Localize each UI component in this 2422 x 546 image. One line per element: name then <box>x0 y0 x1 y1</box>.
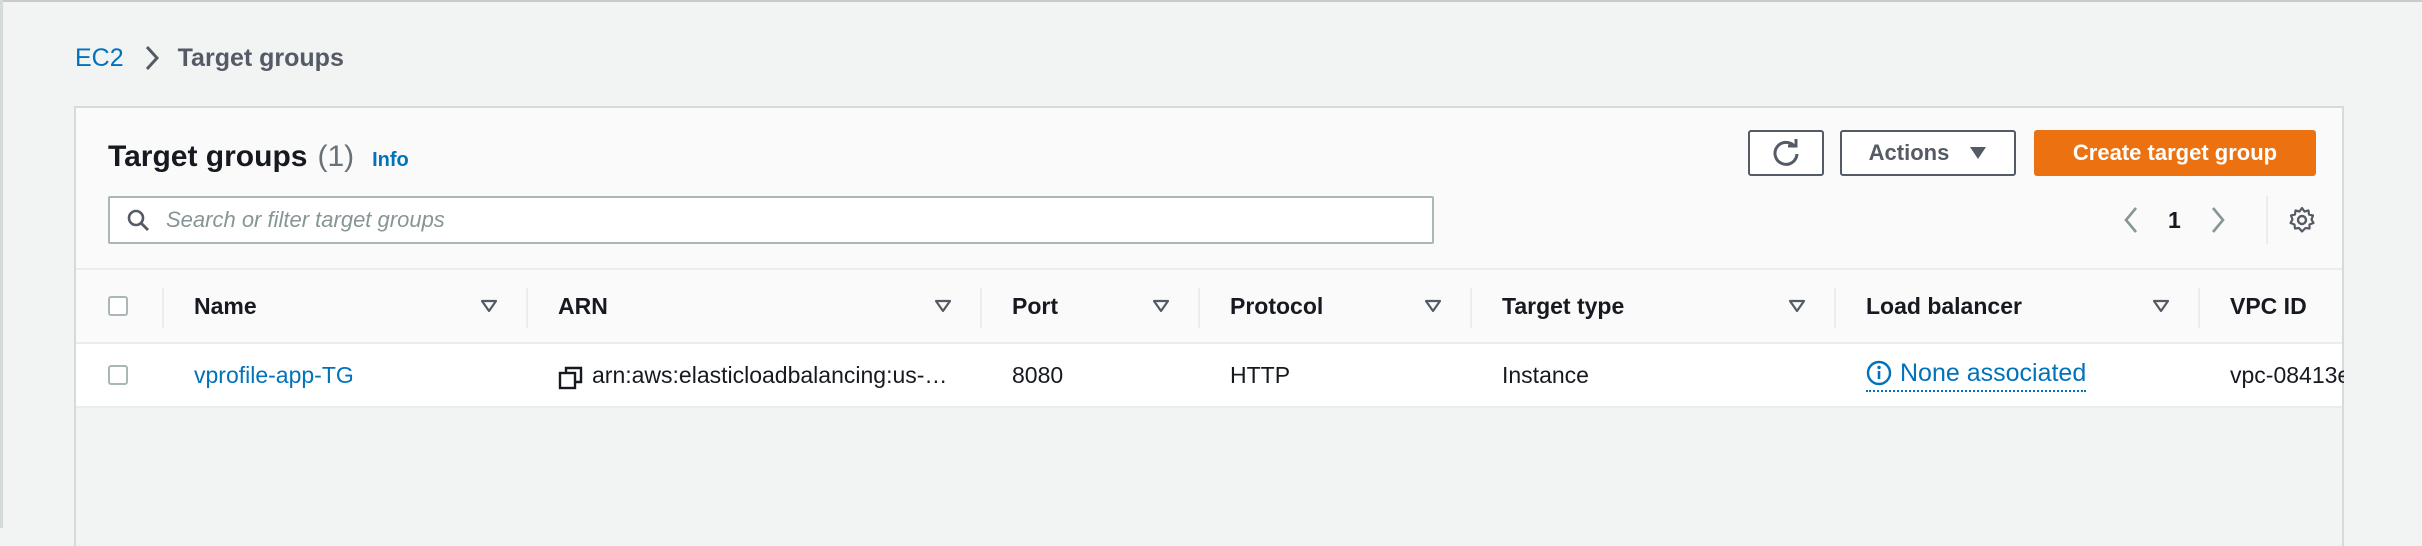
breadcrumb: EC2 Target groups <box>75 40 344 76</box>
column-header-name[interactable]: Name <box>194 270 257 342</box>
copy-icon[interactable] <box>558 365 584 391</box>
column-header-protocol[interactable]: Protocol <box>1230 270 1323 342</box>
target-type-value: Instance <box>1502 361 1589 388</box>
column-divider <box>980 288 982 328</box>
search-icon <box>126 208 150 232</box>
row-select-cell <box>108 344 128 406</box>
column-divider <box>526 288 528 328</box>
column-header-load-balancer[interactable]: Load balancer <box>1866 270 2022 342</box>
chevron-right-icon <box>144 45 160 71</box>
load-balancer-value: None associated <box>1900 358 2087 387</box>
actions-dropdown-button[interactable]: Actions <box>1840 130 2016 176</box>
toolbar-divider <box>2266 196 2268 244</box>
target-group-name-link[interactable]: vprofile-app-TG <box>194 344 354 406</box>
column-header-target-type[interactable]: Target type <box>1502 270 1624 342</box>
select-all-cell <box>108 270 128 342</box>
item-count: (1) <box>317 140 355 173</box>
column-divider <box>162 288 164 328</box>
sort-icon[interactable] <box>1788 270 1806 342</box>
column-divider <box>1198 288 1200 328</box>
sort-icon[interactable] <box>2152 270 2170 342</box>
target-groups-panel: Target groups (1) Info Actions Create ta… <box>74 106 2344 546</box>
column-divider <box>1470 288 1472 328</box>
page-title: Target groups <box>108 140 308 173</box>
window-top-border <box>0 0 2422 2</box>
protocol-value: HTTP <box>1230 361 1291 388</box>
gear-icon <box>2288 206 2316 234</box>
info-link[interactable]: Info <box>372 149 409 172</box>
sort-icon[interactable] <box>1152 270 1170 342</box>
info-icon <box>1866 360 1892 386</box>
sort-icon[interactable] <box>1424 270 1442 342</box>
arn-value: arn:aws:elasticloadbalancing:us-… <box>592 361 948 388</box>
table-preferences-button[interactable] <box>2284 202 2320 238</box>
table-header: Name ARN Port Protocol Target type Load … <box>76 268 2342 344</box>
arn-cell: arn:aws:elasticloadbalancing:us-… <box>558 344 978 406</box>
column-divider <box>1834 288 1836 328</box>
search-field[interactable] <box>108 196 1434 244</box>
refresh-icon <box>1771 138 1801 168</box>
vpc-id-value: vpc-08413e <box>2230 361 2344 388</box>
sort-icon[interactable] <box>934 270 952 342</box>
load-balancer-cell: None associated <box>1866 344 2087 406</box>
create-target-group-button[interactable]: Create target group <box>2034 130 2316 176</box>
panel-header: Target groups (1) Info Actions Create ta… <box>76 108 2342 268</box>
create-target-group-label: Create target group <box>2072 140 2278 165</box>
column-header-port[interactable]: Port <box>1012 270 1058 342</box>
current-page-number[interactable]: 1 <box>2168 207 2181 234</box>
column-header-vpc-id[interactable]: VPC ID <box>2230 270 2307 342</box>
refresh-button[interactable] <box>1748 130 1824 176</box>
column-header-arn[interactable]: ARN <box>558 270 608 342</box>
previous-page-button[interactable] <box>2116 202 2146 238</box>
actions-label: Actions <box>1868 140 1950 165</box>
column-divider <box>2198 288 2200 328</box>
sort-icon[interactable] <box>480 270 498 342</box>
pagination: 1 <box>2116 202 2233 238</box>
breadcrumb-current: Target groups <box>177 43 344 72</box>
next-page-button[interactable] <box>2203 202 2233 238</box>
search-input[interactable] <box>164 206 1368 234</box>
select-all-checkbox[interactable] <box>108 296 128 316</box>
caret-down-icon <box>1969 146 1987 160</box>
table-row[interactable]: vprofile-app-TG arn:aws:elasticloadbalan… <box>76 344 2344 408</box>
port-value: 8080 <box>1012 361 1064 388</box>
load-balancer-status-link[interactable]: None associated <box>1866 358 2087 392</box>
row-checkbox[interactable] <box>108 365 128 385</box>
breadcrumb-ec2-link[interactable]: EC2 <box>75 44 124 73</box>
window-left-border <box>0 0 3 528</box>
panel-title: Target groups (1) Info <box>108 140 409 174</box>
